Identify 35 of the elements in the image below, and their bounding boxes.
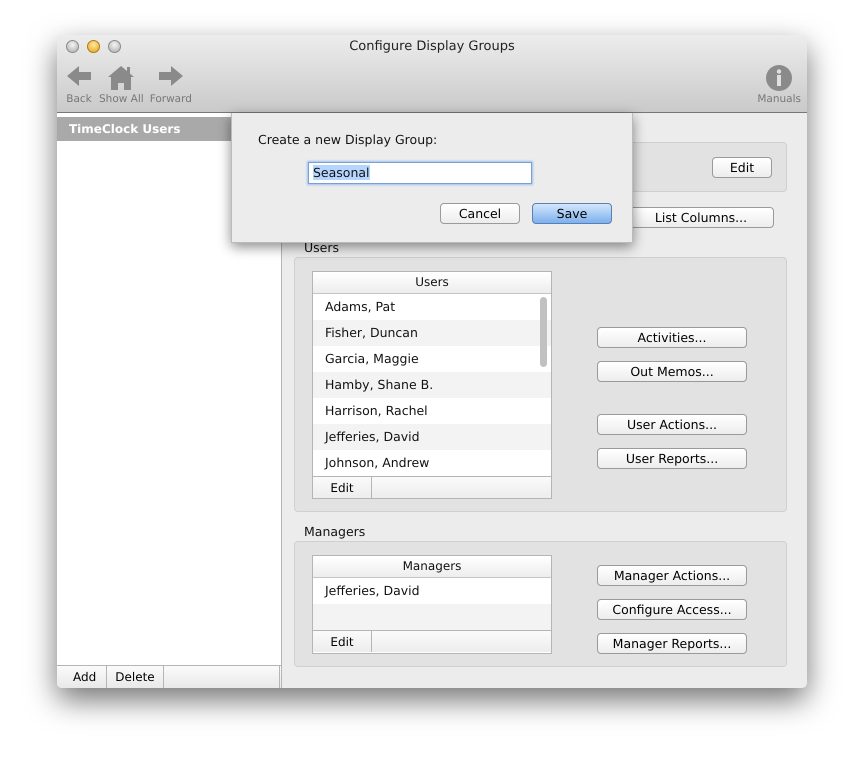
- table-row[interactable]: Adams, Pat: [313, 294, 551, 320]
- toolbar-label: Show All: [99, 93, 144, 105]
- table-row[interactable]: Jefferies, David: [313, 578, 551, 604]
- scrollbar-thumb[interactable]: [540, 297, 547, 367]
- table-row[interactable]: Hamby, Shane B.: [313, 372, 551, 398]
- toolbar-label: Back: [66, 93, 92, 105]
- action-button[interactable]: Configure Access...: [597, 599, 747, 620]
- table-row[interactable]: Fisher, Duncan: [313, 320, 551, 346]
- dialog-button[interactable]: Cancel: [440, 203, 520, 224]
- action-button[interactable]: Manager Actions...: [597, 565, 747, 586]
- toolbar-label: Forward: [150, 93, 192, 105]
- minimize-window-control[interactable]: [87, 40, 100, 52]
- table-row[interactable]: Jefferies, David: [313, 424, 551, 450]
- table-row[interactable]: Harrison, Rachel: [313, 398, 551, 424]
- table-row[interactable]: Garcia, Maggie: [313, 346, 551, 372]
- section-label: Managers: [303, 523, 366, 541]
- sidebar-button[interactable]: Delete: [107, 666, 164, 688]
- sidebar-button[interactable]: Add: [57, 666, 108, 688]
- action-button[interactable]: Activities...: [597, 327, 747, 348]
- table-row[interactable]: Johnson, Andrew: [313, 450, 551, 476]
- zoom-window-control[interactable]: [108, 40, 121, 52]
- edit-button[interactable]: Edit: [712, 156, 772, 178]
- action-button[interactable]: User Actions...: [597, 414, 747, 435]
- info-icon: [765, 64, 794, 92]
- close-window-control[interactable]: [66, 40, 79, 52]
- dialog-button[interactable]: Save: [532, 203, 612, 224]
- section-label: Users: [303, 239, 340, 257]
- action-button[interactable]: User Reports...: [597, 448, 747, 469]
- name-field[interactable]: Seasonal: [308, 162, 532, 184]
- toolbar-label: Manuals: [757, 93, 801, 105]
- field-value: Seasonal: [313, 165, 370, 180]
- window-title: Configure Display Groups: [349, 38, 515, 54]
- action-button[interactable]: Manager Reports...: [597, 633, 747, 654]
- action-button[interactable]: Out Memos...: [597, 361, 747, 382]
- house-icon: [107, 64, 136, 92]
